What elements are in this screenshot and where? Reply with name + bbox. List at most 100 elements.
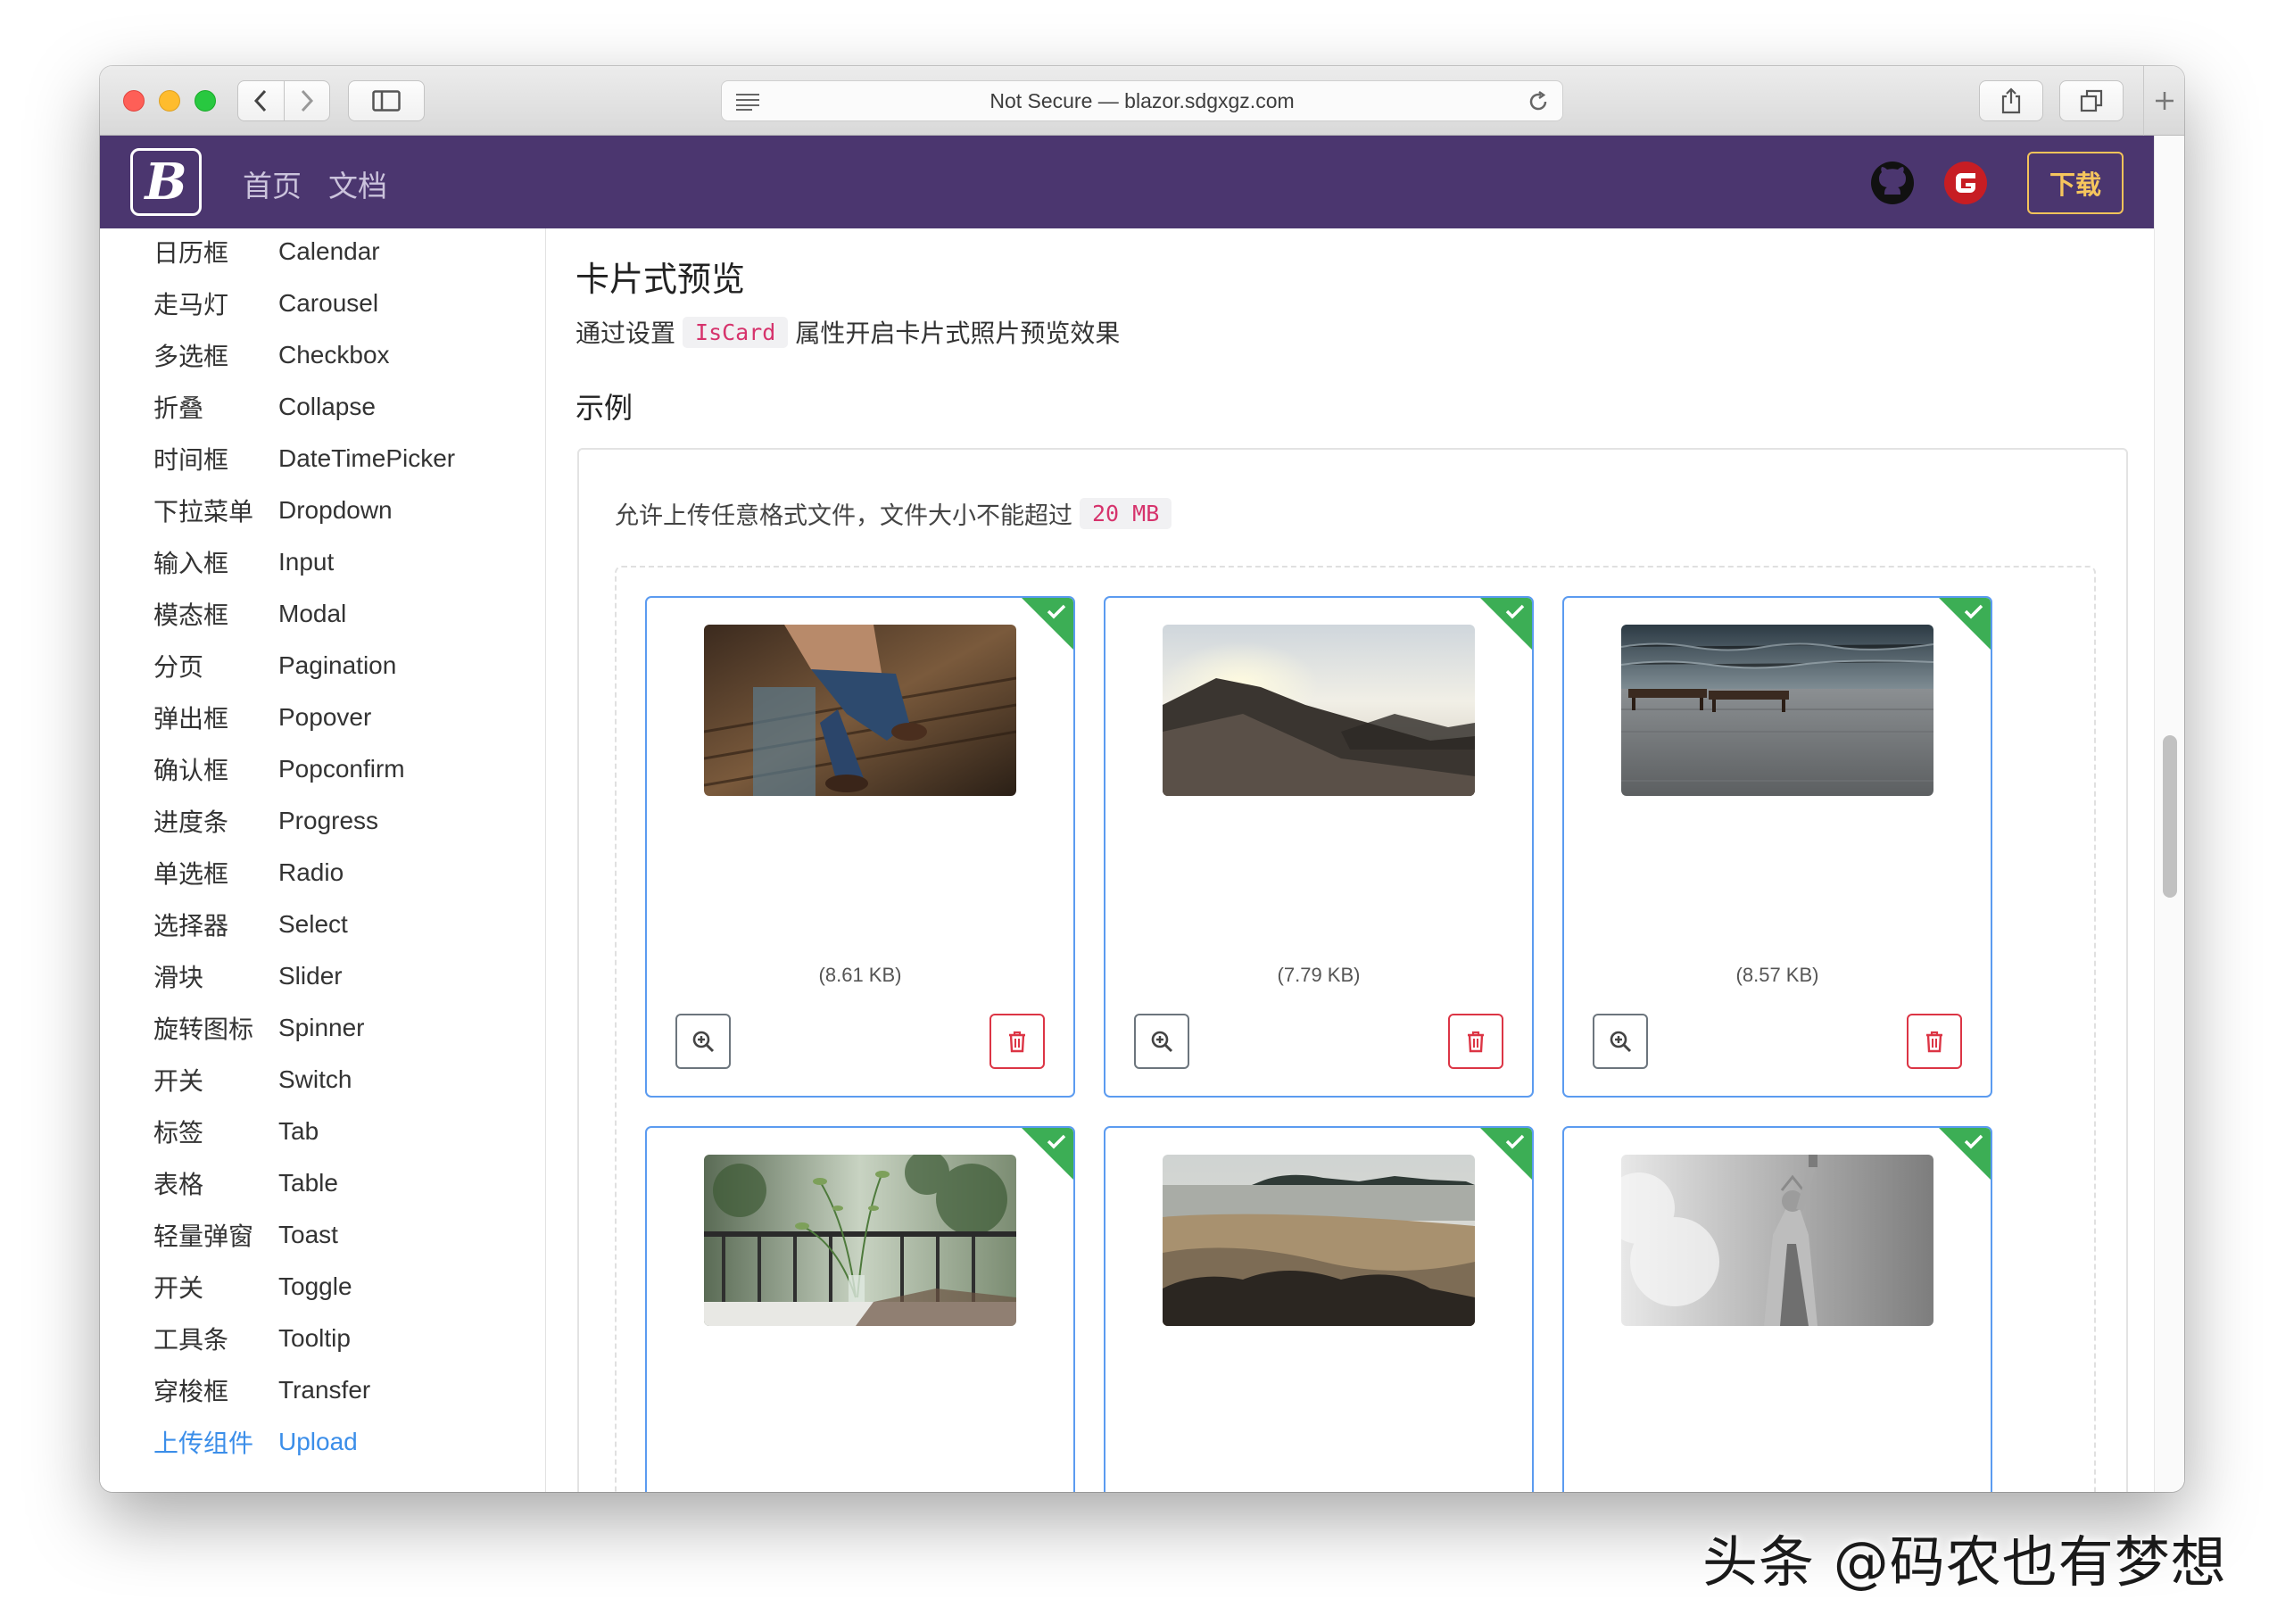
upload-hint: 允许上传任意格式文件，文件大小不能超过 20 MB	[615, 496, 1179, 531]
sidebar-item-label-en: Popconfirm	[278, 755, 405, 783]
upload-card: (7.79 KB)	[1104, 596, 1534, 1098]
close-window-button[interactable]	[123, 90, 145, 112]
sidebar-item-switch[interactable]: 开关 Switch	[153, 1062, 352, 1098]
sidebar-item-radio[interactable]: 单选框 Radio	[153, 855, 344, 891]
minimize-window-button[interactable]	[159, 90, 180, 112]
sidebar-item-select[interactable]: 选择器 Select	[153, 907, 348, 942]
sidebar-item-label-en: Switch	[278, 1065, 352, 1093]
sidebar-item-tooltip[interactable]: 工具条 Tooltip	[153, 1321, 351, 1356]
sidebar-item-collapse[interactable]: 折叠 Collapse	[153, 389, 376, 425]
component-sidebar: 日历框 Calendar 走马灯 Carousel 多选框 Checkbox 折叠 Colla…	[100, 228, 546, 1492]
zoom-preview-button[interactable]	[675, 1014, 731, 1069]
sidebar-item-tab[interactable]: 标签 Tab	[153, 1114, 319, 1149]
tabs-overview-button[interactable]	[2059, 80, 2124, 121]
sidebar-item-label-cn: 选择器	[153, 912, 229, 940]
sidebar-item-upload[interactable]: 上传组件 Upload	[153, 1424, 358, 1460]
sidebar-item-label-en: Pagination	[278, 651, 397, 679]
sidebar-item-modal[interactable]: 模态框 Modal	[153, 596, 346, 632]
hint-size-code: 20 MB	[1080, 498, 1172, 529]
trash-icon	[1009, 1031, 1025, 1053]
trash-icon	[1926, 1031, 1942, 1053]
sidebar-item-calendar[interactable]: 日历框 Calendar	[153, 234, 380, 269]
reload-icon[interactable]	[1527, 90, 1550, 113]
back-button[interactable]	[238, 81, 284, 120]
sidebar-item-carousel[interactable]: 走马灯 Carousel	[153, 286, 378, 321]
sidebar-item-datetimepicker[interactable]: 时间框 DateTimePicker	[153, 441, 455, 476]
zoom-preview-button[interactable]	[1134, 1014, 1189, 1069]
delete-file-button[interactable]	[1907, 1014, 1962, 1069]
github-icon[interactable]	[1870, 161, 1915, 205]
file-size: (8.61 KB)	[818, 964, 902, 986]
address-bar[interactable]: Not Secure — blazor.sdgxgz.com	[721, 80, 1563, 121]
example-box: 允许上传任意格式文件，文件大小不能超过 20 MB (8.61 KB) (7.7…	[577, 448, 2128, 1492]
sidebar-toggle-button[interactable]	[348, 80, 425, 121]
sidebar-item-label-cn: 弹出框	[153, 705, 229, 733]
sidebar-item-label-en: Tooltip	[278, 1324, 351, 1352]
sidebar-item-label-en: Toast	[278, 1221, 338, 1248]
sidebar-item-spinner[interactable]: 旋转图标 Spinner	[153, 1010, 365, 1046]
sidebar-item-progress[interactable]: 进度条 Progress	[153, 803, 378, 839]
sidebar-item-label-en: Upload	[278, 1428, 358, 1455]
sidebar-item-label-cn: 分页	[153, 653, 204, 681]
logo-letter: B	[145, 153, 187, 211]
sidebar-item-popconfirm[interactable]: 确认框 Popconfirm	[153, 751, 405, 787]
watermark: 头条 @码农也有梦想	[1702, 1529, 2227, 1595]
download-button[interactable]: 下载	[2027, 152, 2124, 214]
sidebar-item-checkbox[interactable]: 多选框 Checkbox	[153, 337, 390, 373]
sidebar-item-label-cn: 工具条	[153, 1326, 229, 1354]
sidebar-item-label-en: Slider	[278, 962, 343, 990]
desc-text-before: 通过设置	[575, 319, 676, 347]
plant-on-balcony-photo	[704, 1155, 1016, 1326]
sidebar-item-popover[interactable]: 弹出框 Popover	[153, 700, 371, 735]
upload-card: (8.61 KB)	[645, 596, 1075, 1098]
sidebar-item-label-cn: 折叠	[153, 394, 204, 422]
gitee-icon[interactable]	[1943, 161, 1988, 205]
sidebar-item-label-en: Transfer	[278, 1376, 371, 1404]
sidebar-item-label-cn: 开关	[153, 1067, 204, 1095]
zoom-preview-button[interactable]	[1593, 1014, 1648, 1069]
sidebar-item-label-en: Dropdown	[278, 496, 393, 524]
sidebar-item-dropdown[interactable]: 下拉菜单 Dropdown	[153, 493, 393, 528]
sidebar-item-label-cn: 多选框	[153, 343, 229, 370]
chevron-right-icon	[301, 89, 314, 112]
check-icon	[1964, 604, 1983, 619]
upload-dropzone[interactable]: (8.61 KB) (7.79 KB) (8.57 KB)	[615, 566, 2096, 1492]
nav-link-home[interactable]: 首页	[243, 162, 302, 205]
page-scrollbar-track[interactable]	[2154, 136, 2184, 1492]
new-tab-button[interactable]	[2143, 66, 2184, 136]
sidebar-item-table[interactable]: 表格 Table	[153, 1165, 338, 1201]
sidebar-item-label-en: Modal	[278, 600, 347, 627]
sidebar-item-label-cn: 开关	[153, 1274, 204, 1302]
upload-card: (8.57 KB)	[1562, 596, 1992, 1098]
sidebar-item-label-cn: 上传组件	[153, 1429, 254, 1457]
zoom-in-icon	[1610, 1031, 1632, 1053]
share-icon	[2001, 87, 2021, 114]
delete-file-button[interactable]	[989, 1014, 1045, 1069]
sidebar-item-pagination[interactable]: 分页 Pagination	[153, 648, 396, 684]
sidebar-item-toggle[interactable]: 开关 Toggle	[153, 1269, 352, 1305]
sidebar-item-toast[interactable]: 轻量弹窗 Toast	[153, 1217, 338, 1253]
mountain-sunrise-photo	[1163, 625, 1475, 796]
forward-button[interactable]	[283, 81, 329, 120]
chevron-left-icon	[254, 89, 267, 112]
sidebar-item-label-cn: 单选框	[153, 860, 229, 888]
main-content: 卡片式预览 通过设置 IsCard 属性开启卡片式照片预览效果 示例 允许上传任…	[547, 228, 2154, 1492]
nav-link-docs[interactable]: 文档	[328, 162, 387, 205]
sidebar-item-label-cn: 确认框	[153, 757, 229, 784]
page-scrollbar-thumb[interactable]	[2163, 735, 2177, 898]
sidebar-item-input[interactable]: 输入框 Input	[153, 544, 334, 580]
brand-logo[interactable]: B	[130, 148, 202, 216]
sidebar-item-label-en: Collapse	[278, 393, 376, 420]
sidebar-item-label-cn: 时间框	[153, 446, 229, 474]
desc-code: IsCard	[683, 316, 789, 348]
reader-icon[interactable]	[734, 92, 761, 112]
check-icon	[1505, 1134, 1525, 1149]
sidebar-item-label-cn: 表格	[153, 1171, 204, 1198]
delete-file-button[interactable]	[1448, 1014, 1503, 1069]
app-navbar: B 首页 文档 下载	[100, 136, 2154, 228]
sidebar-item-slider[interactable]: 滑块 Slider	[153, 958, 343, 994]
sidebar-item-transfer[interactable]: 穿梭框 Transfer	[153, 1372, 370, 1408]
pier-benches-photo	[1621, 625, 1933, 796]
maximize-window-button[interactable]	[195, 90, 216, 112]
share-button[interactable]	[1979, 80, 2043, 121]
